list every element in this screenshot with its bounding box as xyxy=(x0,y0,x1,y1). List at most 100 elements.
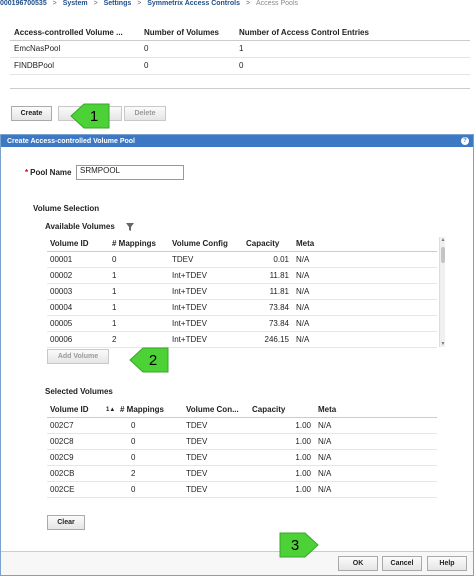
capacity-cell: 11.81 xyxy=(243,267,293,284)
pool-name-label: * Pool Name xyxy=(25,168,71,177)
column-header-volume-id[interactable]: Volume ID xyxy=(47,403,103,418)
step-callout-2: 2 xyxy=(129,347,169,373)
callout-number: 3 xyxy=(290,536,300,554)
pool-name-cell: EmcNasPool xyxy=(10,40,140,58)
table-row[interactable]: 00002 1 Int+TDEV 11.81 N/A xyxy=(47,267,437,284)
pool-name-input[interactable]: SRMPOOL xyxy=(76,165,184,180)
volume-id-cell: 00006 xyxy=(47,331,109,348)
volume-id-cell: 00004 xyxy=(47,299,109,316)
required-marker: * xyxy=(25,168,29,177)
help-button[interactable]: Help xyxy=(427,556,467,571)
volume-id-cell: 002CB xyxy=(47,465,117,482)
meta-cell: N/A xyxy=(293,267,437,284)
table-row[interactable]: FINDBPool 0 0 xyxy=(10,57,470,75)
breadcrumb-separator: > xyxy=(93,0,98,7)
mappings-cell: 0 xyxy=(109,251,169,268)
table-row[interactable]: 00001 0 TDEV 0.01 N/A xyxy=(47,251,437,268)
available-volumes-heading: Available Volumes xyxy=(45,222,115,231)
cancel-button[interactable]: Cancel xyxy=(382,556,422,571)
volume-id-cell: 002C9 xyxy=(47,449,117,466)
sort-indicator-icon[interactable]: 1▲ xyxy=(103,403,117,418)
column-header-mappings[interactable]: # Mappings xyxy=(109,237,169,252)
capacity-cell: 246.15 xyxy=(243,331,293,348)
table-row[interactable]: 002CE 0 TDEV 1.00 N/A xyxy=(47,481,437,498)
mappings-cell: 0 xyxy=(117,417,183,434)
scroll-down-icon[interactable]: ▼ xyxy=(440,341,446,347)
column-header-ace-entries[interactable]: Number of Access Control Entries xyxy=(235,26,470,41)
delete-button[interactable]: Delete xyxy=(124,106,166,121)
available-volumes-scrollbar[interactable]: ▲ ▼ xyxy=(439,237,445,347)
help-icon[interactable]: ? xyxy=(461,137,469,145)
volume-config-cell: Int+TDEV xyxy=(169,299,243,316)
mappings-cell: 2 xyxy=(109,331,169,348)
column-header-capacity[interactable]: Capacity xyxy=(243,237,293,252)
scroll-up-icon[interactable]: ▲ xyxy=(440,237,446,243)
table-row[interactable]: 002C9 0 TDEV 1.00 N/A xyxy=(47,449,437,466)
step-callout-1: 1 xyxy=(70,103,110,129)
table-row[interactable]: 002C7 0 TDEV 1.00 N/A xyxy=(47,417,437,434)
volume-config-cell: Int+TDEV xyxy=(169,283,243,300)
mappings-cell: 0 xyxy=(117,433,183,450)
breadcrumb-system[interactable]: System xyxy=(63,0,88,7)
breadcrumb-array[interactable]: 000196700535 xyxy=(0,0,47,7)
dialog-title: Create Access-controlled Volume Pool xyxy=(7,137,135,145)
volume-selection-heading: Volume Selection xyxy=(33,204,100,213)
column-header-volume-id[interactable]: Volume ID xyxy=(47,237,109,252)
column-header-volume-config[interactable]: Volume Con... xyxy=(183,403,249,418)
volume-id-cell: 00003 xyxy=(47,283,109,300)
volume-id-cell: 002C7 xyxy=(47,417,117,434)
mappings-cell: 1 xyxy=(109,315,169,332)
clear-button[interactable]: Clear xyxy=(47,515,85,530)
column-header-mappings[interactable]: # Mappings xyxy=(117,403,183,418)
column-header-volumes[interactable]: Number of Volumes xyxy=(140,26,235,41)
scroll-thumb[interactable] xyxy=(441,247,445,263)
breadcrumb-separator: > xyxy=(52,0,57,7)
table-row[interactable]: 00005 1 Int+TDEV 73.84 N/A xyxy=(47,315,437,332)
column-header-meta[interactable]: Meta xyxy=(315,403,437,418)
breadcrumb-access-controls[interactable]: Symmetrix Access Controls xyxy=(147,0,240,7)
volume-id-cell: 002CE xyxy=(47,481,117,498)
create-button[interactable]: Create xyxy=(11,106,52,121)
table-row[interactable]: EmcNasPool 0 1 xyxy=(10,40,470,58)
ok-button[interactable]: OK xyxy=(338,556,378,571)
capacity-cell: 73.84 xyxy=(243,299,293,316)
capacity-cell: 1.00 xyxy=(249,449,315,466)
meta-cell: N/A xyxy=(315,481,437,498)
volume-config-cell: TDEV xyxy=(183,417,249,434)
volume-config-cell: Int+TDEV xyxy=(169,315,243,332)
table-row[interactable]: 00006 2 Int+TDEV 246.15 N/A xyxy=(47,331,437,348)
volume-id-cell: 002C8 xyxy=(47,433,117,450)
table-row[interactable]: 002CB 2 TDEV 1.00 N/A xyxy=(47,465,437,482)
pool-name-cell: FINDBPool xyxy=(10,57,140,75)
available-volumes-table: Volume ID # Mappings Volume Config Capac… xyxy=(47,237,437,348)
mappings-cell: 0 xyxy=(117,449,183,466)
mappings-cell: 1 xyxy=(109,283,169,300)
table-row[interactable]: 00004 1 Int+TDEV 73.84 N/A xyxy=(47,299,437,316)
table-row[interactable]: 002C8 0 TDEV 1.00 N/A xyxy=(47,433,437,450)
mappings-cell: 0 xyxy=(117,481,183,498)
breadcrumb-access-pools: Access Pools xyxy=(255,0,299,7)
volume-count-cell: 0 xyxy=(140,40,235,58)
add-volume-button[interactable]: Add Volume xyxy=(47,349,109,364)
column-header-meta[interactable]: Meta xyxy=(293,237,437,252)
meta-cell: N/A xyxy=(315,465,437,482)
step-callout-3: 3 xyxy=(279,532,319,558)
volume-config-cell: TDEV xyxy=(183,449,249,466)
filter-icon[interactable] xyxy=(126,223,134,231)
mappings-cell: 2 xyxy=(117,465,183,482)
meta-cell: N/A xyxy=(315,449,437,466)
column-header-pool-name[interactable]: Access-controlled Volume ... xyxy=(10,26,140,41)
breadcrumb-settings[interactable]: Settings xyxy=(104,0,132,7)
volume-config-cell: TDEV xyxy=(183,433,249,450)
create-pool-dialog: Create Access-controlled Volume Pool ? *… xyxy=(0,134,474,576)
table-divider xyxy=(10,88,470,89)
meta-cell: N/A xyxy=(315,433,437,450)
pool-name-label-text: Pool Name xyxy=(30,168,72,177)
meta-cell: N/A xyxy=(315,417,437,434)
column-header-capacity[interactable]: Capacity xyxy=(249,403,315,418)
meta-cell: N/A xyxy=(293,315,437,332)
column-header-volume-config[interactable]: Volume Config xyxy=(169,237,243,252)
table-row[interactable]: 00003 1 Int+TDEV 11.81 N/A xyxy=(47,283,437,300)
callout-number: 1 xyxy=(89,107,99,125)
volume-config-cell: TDEV xyxy=(183,465,249,482)
